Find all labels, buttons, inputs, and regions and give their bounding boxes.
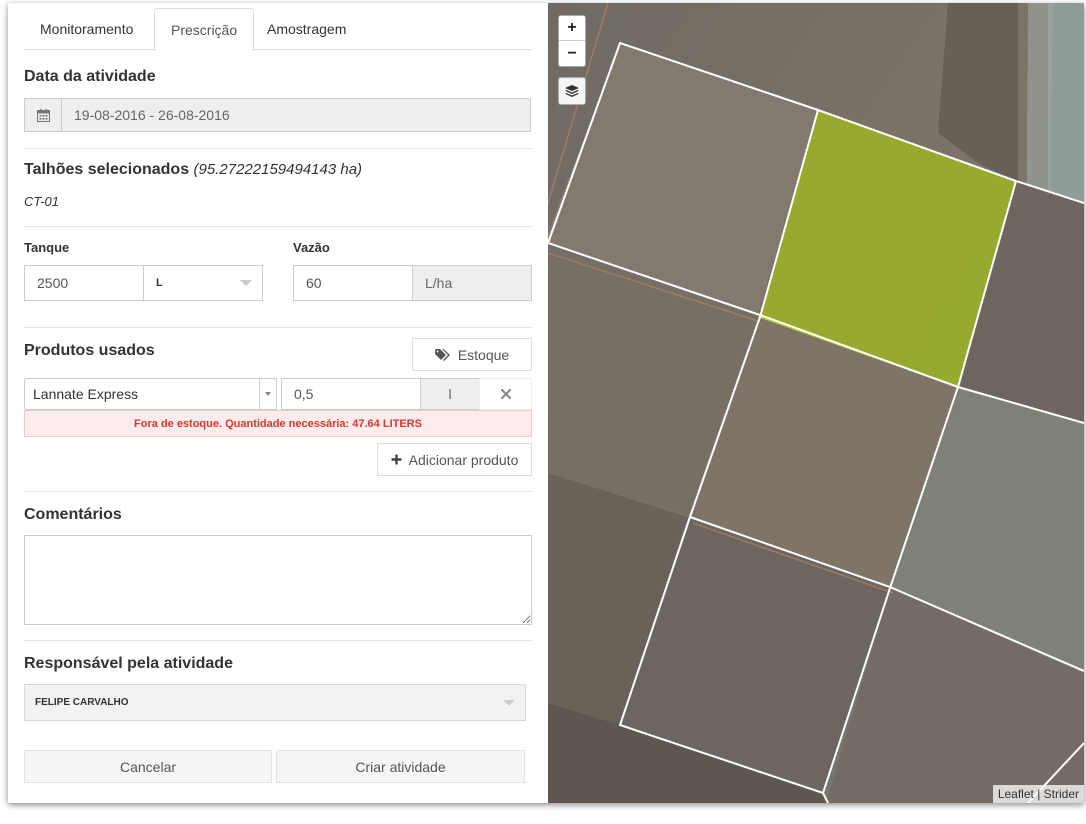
tab-bar: Monitoramento Prescrição Amostragem bbox=[24, 8, 532, 51]
layers-button[interactable] bbox=[558, 77, 586, 105]
flow-label: Vazão bbox=[293, 240, 330, 255]
comments-textarea[interactable] bbox=[24, 535, 532, 625]
satellite-map bbox=[548, 3, 1084, 803]
flow-input[interactable]: 60 bbox=[293, 265, 413, 301]
divider bbox=[24, 327, 532, 328]
chevron-down-icon bbox=[240, 280, 252, 286]
chevron-down-icon[interactable] bbox=[259, 379, 276, 409]
activity-date-heading: Data da atividade bbox=[24, 68, 156, 85]
remove-product-button[interactable] bbox=[479, 378, 532, 410]
activity-date-range-input[interactable]: 19-08-2016 - 26-08-2016 bbox=[61, 98, 531, 132]
tank-label: Tanque bbox=[24, 240, 70, 255]
selected-plots-heading: Talhões selecionados (95.27222159494143 … bbox=[24, 161, 362, 179]
divider bbox=[24, 148, 532, 149]
plus-icon bbox=[391, 454, 402, 465]
tank-unit-value: L bbox=[156, 277, 163, 289]
stock-button[interactable]: Estoque bbox=[412, 338, 532, 371]
leaflet-link[interactable]: Leaflet bbox=[998, 787, 1034, 801]
product-quantity-input[interactable]: 0,5 bbox=[281, 378, 421, 410]
strider-attribution: Strider bbox=[1043, 787, 1079, 801]
tab-amostragem[interactable]: Amostragem bbox=[251, 8, 362, 50]
flow-unit: L/ha bbox=[412, 265, 532, 301]
tab-prescricao[interactable]: Prescrição bbox=[154, 8, 255, 51]
stock-button-label: Estoque bbox=[457, 346, 510, 363]
out-of-stock-alert: Fora de estoque. Quantidade necessária: … bbox=[24, 410, 532, 437]
map-attribution: Leaflet | Strider bbox=[992, 785, 1084, 803]
product-select[interactable]: Lannate Express bbox=[24, 378, 277, 410]
products-heading: Produtos usados bbox=[24, 342, 155, 359]
product-name: Lannate Express bbox=[33, 386, 139, 402]
responsible-value: FELIPE CARVALHO bbox=[35, 697, 129, 708]
product-unit: l bbox=[420, 378, 480, 410]
activity-panel: Monitoramento Prescrição Amostragem Data… bbox=[8, 3, 548, 803]
attribution-separator: | bbox=[1037, 787, 1041, 801]
comments-heading: Comentários bbox=[24, 506, 122, 523]
cancel-button[interactable]: Cancelar bbox=[24, 750, 272, 783]
tank-unit-select[interactable]: L bbox=[143, 265, 263, 301]
responsible-heading: Responsável pela atividade bbox=[24, 655, 233, 672]
selected-plots-area: (95.27222159494143 ha) bbox=[193, 161, 363, 178]
close-icon bbox=[500, 389, 511, 399]
chevron-down-icon bbox=[503, 699, 515, 706]
zoom-control: + − bbox=[558, 15, 586, 67]
tank-input[interactable]: 2500 bbox=[24, 265, 144, 301]
responsible-select[interactable]: FELIPE CARVALHO bbox=[24, 684, 526, 721]
divider bbox=[24, 226, 532, 227]
add-product-button[interactable]: Adicionar produto bbox=[377, 443, 532, 476]
app-frame: Monitoramento Prescrição Amostragem Data… bbox=[8, 3, 1084, 803]
selected-plots-label: Talhões selecionados bbox=[24, 161, 190, 178]
zoom-in-button[interactable]: + bbox=[559, 16, 585, 41]
zoom-out-button[interactable]: − bbox=[559, 41, 585, 66]
selected-plot-name: CT-01 bbox=[24, 194, 59, 209]
divider bbox=[24, 491, 532, 492]
calendar-icon[interactable] bbox=[24, 98, 62, 132]
tab-monitoramento[interactable]: Monitoramento bbox=[24, 8, 149, 50]
map-view[interactable]: + − Leaflet | Strider bbox=[548, 3, 1084, 803]
tags-icon bbox=[434, 348, 450, 361]
divider bbox=[24, 640, 532, 641]
create-activity-button[interactable]: Criar atividade bbox=[276, 750, 525, 783]
add-product-label: Adicionar produto bbox=[408, 451, 519, 468]
layers-icon bbox=[565, 85, 579, 97]
